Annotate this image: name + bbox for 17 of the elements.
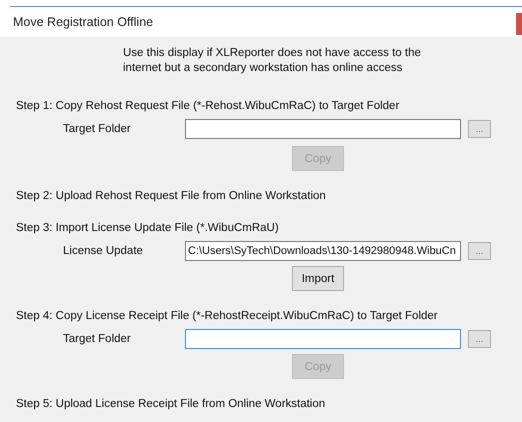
browse-button[interactable]: ... — [468, 242, 491, 260]
field-label: License Update — [63, 245, 144, 257]
path-field[interactable] — [185, 119, 461, 139]
step-heading: Step 4: Copy License Receipt File (*-RehostReceipt.WibuCmRaC) to Target Folder — [16, 309, 439, 323]
browse-button[interactable]: ... — [468, 120, 491, 138]
browse-button[interactable]: ... — [468, 330, 491, 348]
path-field[interactable] — [185, 329, 461, 349]
field-label: Target Folder — [63, 123, 132, 135]
field-label: Target Folder — [63, 333, 132, 345]
step-heading: Step 5: Upload License Receipt File from Online Workstation — [16, 397, 326, 411]
step-heading: Step 2: Upload Rehost Request File from Online Workstation — [16, 189, 327, 203]
path-field[interactable]: C:\Users\SyTech\Downloads\130-1492980948.WibuCn — [185, 241, 461, 261]
step-heading: Step 1: Copy Rehost Request File (*-Rehost.WibuCmRaC) to Target Folder — [16, 99, 400, 113]
action-button[interactable]: Import — [292, 266, 344, 291]
window-title: Move Registration Offline — [13, 15, 154, 29]
intro-text: Use this display if XLReporter does not have access to the internet but a secondary workstation has online access — [123, 46, 422, 76]
step-heading: Step 3: Import License Update File (*.WibuCmRaU) — [16, 221, 280, 235]
